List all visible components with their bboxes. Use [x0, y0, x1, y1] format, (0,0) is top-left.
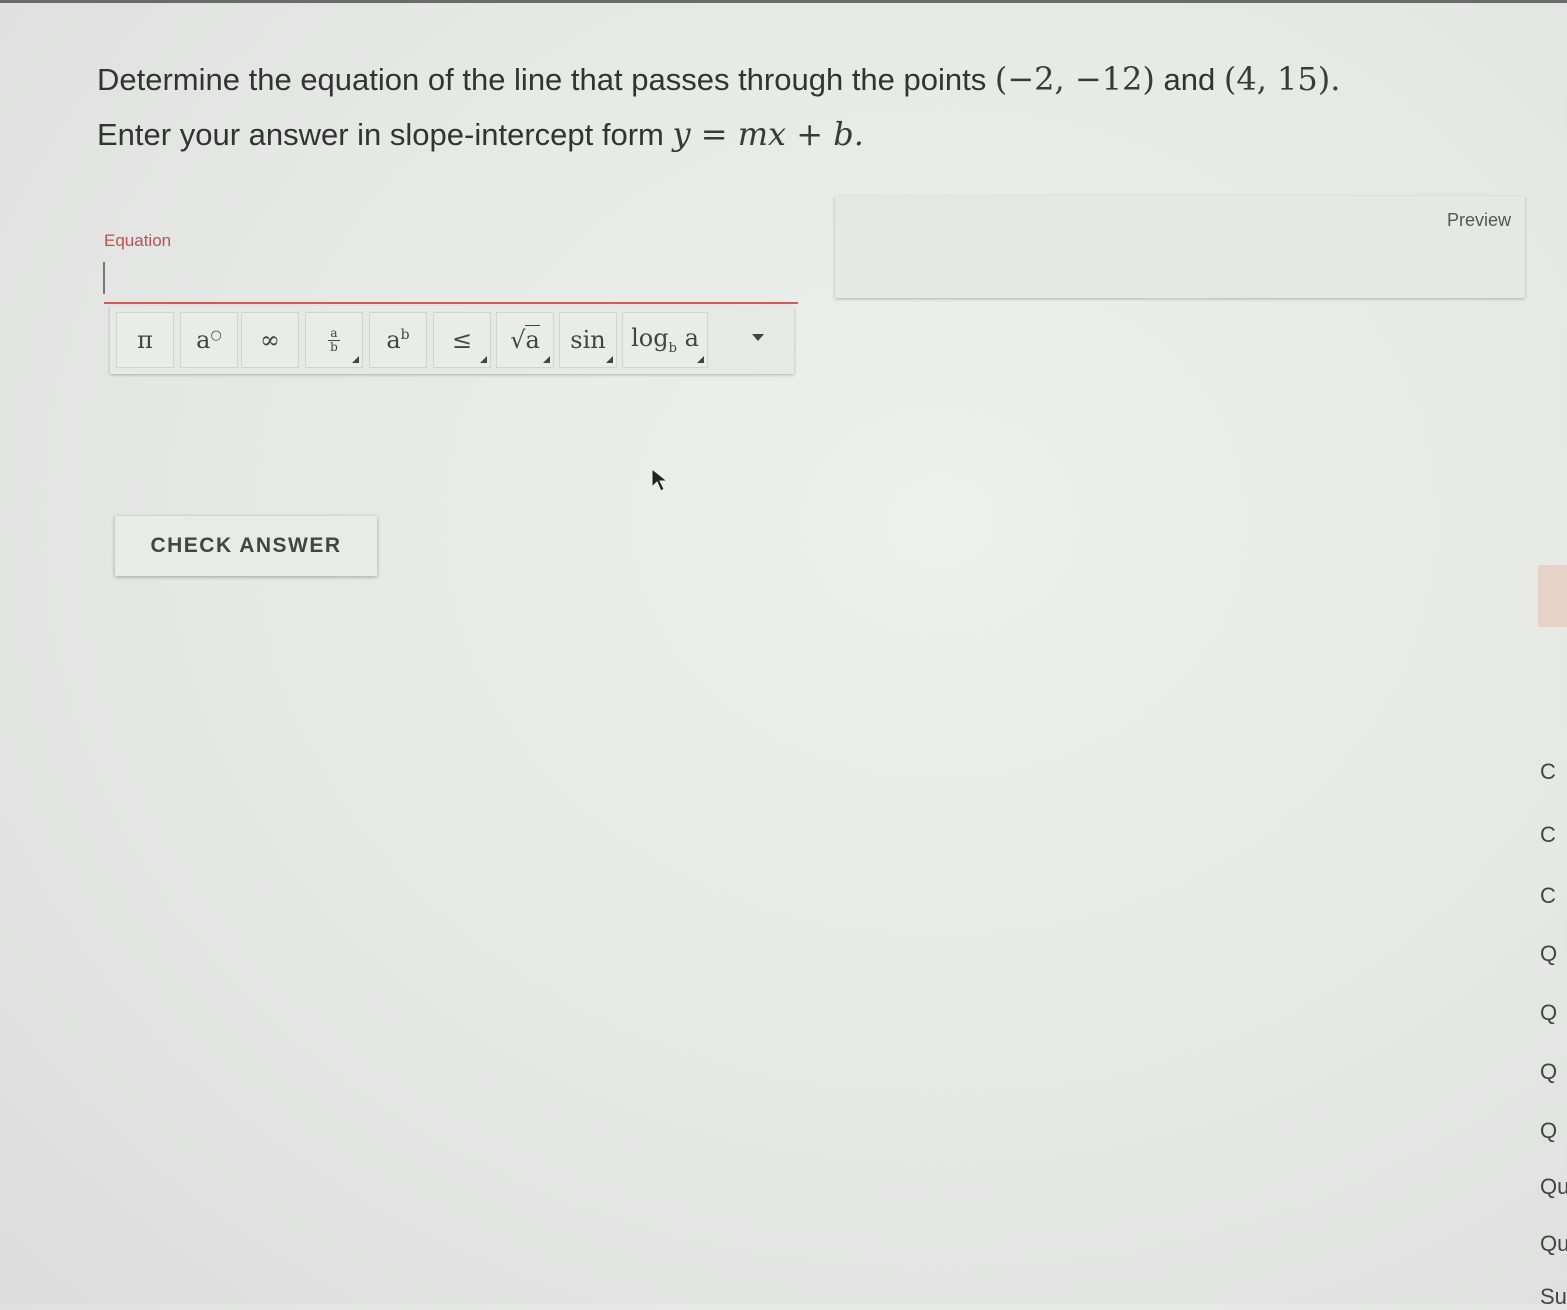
log-button[interactable]: logb a [622, 312, 708, 368]
fraction-label: ab [328, 325, 340, 354]
slope-intercept-form: y = mx + b. [672, 115, 864, 153]
preview-panel: Preview [835, 196, 1525, 298]
point-1: (−2, −12) [994, 60, 1155, 98]
top-border [0, 0, 1567, 3]
side-nav-item-7[interactable]: Q [1540, 1118, 1567, 1144]
side-nav-item-10[interactable]: Su [1540, 1284, 1567, 1310]
question-line2-text: Enter your answer in slope-intercept for… [97, 117, 673, 152]
log-label: logb a [631, 324, 699, 356]
side-nav-item-3[interactable]: C [1540, 883, 1567, 909]
question-line-2: Enter your answer in slope-intercept for… [97, 107, 1527, 162]
side-nav-item-5[interactable]: Q [1540, 1000, 1567, 1026]
root-more-icon [543, 356, 550, 363]
side-nav-highlight [1538, 565, 1567, 627]
trig-more-icon [606, 356, 613, 363]
sin-button[interactable]: sin [559, 312, 617, 368]
fraction-more-icon [352, 356, 359, 363]
equation-input[interactable] [104, 256, 798, 304]
point-2: (4, 15). [1223, 60, 1341, 98]
degree-button[interactable]: a○ [180, 312, 238, 368]
sqrt-label: √a [510, 325, 540, 354]
question-line1-text: Determine the equation of the line that … [97, 62, 995, 97]
less-equal-button[interactable]: ≤ [433, 312, 491, 368]
pi-button[interactable]: π [116, 312, 174, 368]
question-line-1: Determine the equation of the line that … [97, 52, 1527, 107]
text-caret [103, 262, 105, 294]
infinity-button[interactable]: ∞ [241, 312, 299, 368]
equation-label: Equation [104, 231, 172, 250]
question-line1-and: and [1154, 62, 1224, 97]
side-nav-item-8[interactable]: Qu [1540, 1174, 1567, 1200]
sqrt-button[interactable]: √a [496, 312, 554, 368]
side-nav-item-9[interactable]: Qu [1540, 1231, 1567, 1257]
preview-label: Preview [1446, 210, 1511, 230]
log-more-icon [697, 356, 704, 363]
toolbar-dropdown-icon[interactable] [752, 334, 764, 341]
question-text: Determine the equation of the line that … [97, 52, 1527, 162]
check-answer-button[interactable]: CHECK ANSWER [115, 516, 377, 576]
side-nav-item-4[interactable]: Q [1540, 941, 1567, 967]
exponent-label: ab [386, 326, 410, 354]
math-toolbar: π a○ ∞ ab ab ≤ √a sin logb a [110, 306, 794, 374]
side-nav-item-6[interactable]: Q [1540, 1059, 1567, 1085]
exponent-button[interactable]: ab [369, 312, 427, 368]
side-nav-item-1[interactable]: C [1540, 759, 1567, 785]
inequality-more-icon [480, 356, 487, 363]
fraction-button[interactable]: ab [305, 312, 363, 368]
mouse-cursor-icon [651, 467, 669, 492]
degree-label: a○ [196, 326, 222, 354]
side-nav-item-2[interactable]: C [1540, 822, 1567, 848]
